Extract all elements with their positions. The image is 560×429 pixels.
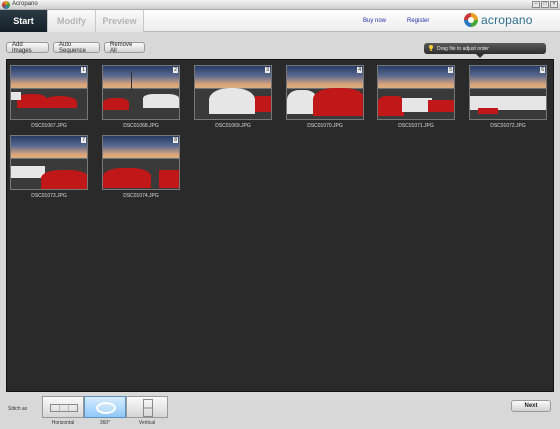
image-workspace[interactable]: 1 DSC01067.JPG 2 DSC01068.JPG 3 DSC01069… (6, 59, 554, 392)
vertical-stitch-icon (143, 399, 153, 417)
image-index: 5 (448, 67, 453, 73)
photo-preview[interactable]: 1 (10, 65, 88, 120)
tab-start[interactable]: Start (0, 10, 48, 32)
stitch-mode-selector (42, 396, 168, 418)
horizontal-label: Horizontal (51, 420, 75, 426)
image-filename: DSC01072.JPG (490, 123, 526, 129)
buy-now-link[interactable]: Buy now (363, 18, 386, 24)
image-index: 4 (357, 67, 362, 73)
photo-preview[interactable]: 4 (286, 65, 364, 120)
image-thumbnail[interactable]: 2 DSC01068.JPG (101, 65, 181, 129)
image-index: 7 (81, 137, 86, 143)
stitch-vertical-button[interactable] (126, 396, 168, 418)
photo-preview[interactable]: 3 (194, 65, 272, 120)
lightbulb-icon (428, 45, 434, 52)
image-index: 8 (173, 137, 178, 143)
photo-preview[interactable]: 6 (469, 65, 547, 120)
acropano-logo: acropano (464, 12, 554, 30)
maximize-icon[interactable]: □ (541, 1, 549, 8)
tab-modify[interactable]: Modify (48, 10, 96, 32)
image-index: 6 (540, 67, 545, 73)
image-thumbnail[interactable]: 8 DSC01074.JPG (101, 135, 181, 199)
logo-mark-icon (464, 13, 478, 27)
photo-preview[interactable]: 5 (377, 65, 455, 120)
photo-preview[interactable]: 2 (102, 65, 180, 120)
close-icon[interactable]: × (550, 1, 558, 8)
drag-hint-text: Drag file to adjust order (437, 45, 489, 52)
app-icon (2, 1, 10, 9)
image-filename: DSC01074.JPG (123, 193, 159, 199)
photo-preview[interactable]: 7 (10, 135, 88, 190)
image-thumbnail[interactable]: 3 DSC01069.JPG (193, 65, 273, 129)
tooltip-arrow (476, 54, 484, 58)
image-filename: DSC01069.JPG (215, 123, 251, 129)
image-thumbnail[interactable]: 4 DSC01070.JPG (285, 65, 365, 129)
add-images-button[interactable]: Add Images (6, 42, 49, 54)
toolbar: Add Images Auto Sequence Remove All Drag… (0, 33, 560, 59)
stitch-as-label: Stitch as (8, 406, 28, 412)
next-button[interactable]: Next (511, 400, 551, 412)
window-controls: – □ × (532, 1, 558, 8)
title-bar: Acropano – □ × (0, 0, 560, 10)
image-filename: DSC01068.JPG (123, 123, 159, 129)
image-filename: DSC01073.JPG (31, 193, 67, 199)
image-index: 1 (81, 67, 86, 73)
image-index: 2 (173, 67, 178, 73)
stitch-horizontal-button[interactable] (42, 396, 84, 418)
vertical-label: Vertical (138, 420, 156, 426)
image-thumbnail[interactable]: 7 DSC01073.JPG (9, 135, 89, 199)
minimize-icon[interactable]: – (532, 1, 540, 8)
window-title: Acropano (12, 1, 38, 7)
360-label: 360° (99, 420, 111, 426)
photo-preview[interactable]: 8 (102, 135, 180, 190)
drag-hint-tooltip: Drag file to adjust order (424, 43, 546, 58)
auto-sequence-button[interactable]: Auto Sequence (53, 42, 100, 54)
360-stitch-icon (96, 402, 116, 414)
image-filename: DSC01067.JPG (31, 123, 67, 129)
image-thumbnail[interactable]: 5 DSC01071.JPG (376, 65, 456, 129)
stitch-360-button[interactable] (84, 396, 126, 418)
image-thumbnail[interactable]: 1 DSC01067.JPG (9, 65, 89, 129)
logo-text: acropano (481, 13, 533, 27)
image-index: 3 (265, 67, 270, 73)
tab-preview[interactable]: Preview (96, 10, 144, 32)
image-thumbnail[interactable]: 6 DSC01072.JPG (468, 65, 548, 129)
remove-all-button[interactable]: Remove All (104, 42, 145, 54)
image-filename: DSC01071.JPG (398, 123, 434, 129)
header: Start Modify Preview Buy now Register ac… (0, 10, 560, 32)
register-link[interactable]: Register (407, 18, 429, 24)
horizontal-stitch-icon (50, 404, 78, 412)
bottom-bar: Stitch as Horizontal 360° Vertical Next (0, 392, 560, 429)
image-filename: DSC01070.JPG (307, 123, 343, 129)
